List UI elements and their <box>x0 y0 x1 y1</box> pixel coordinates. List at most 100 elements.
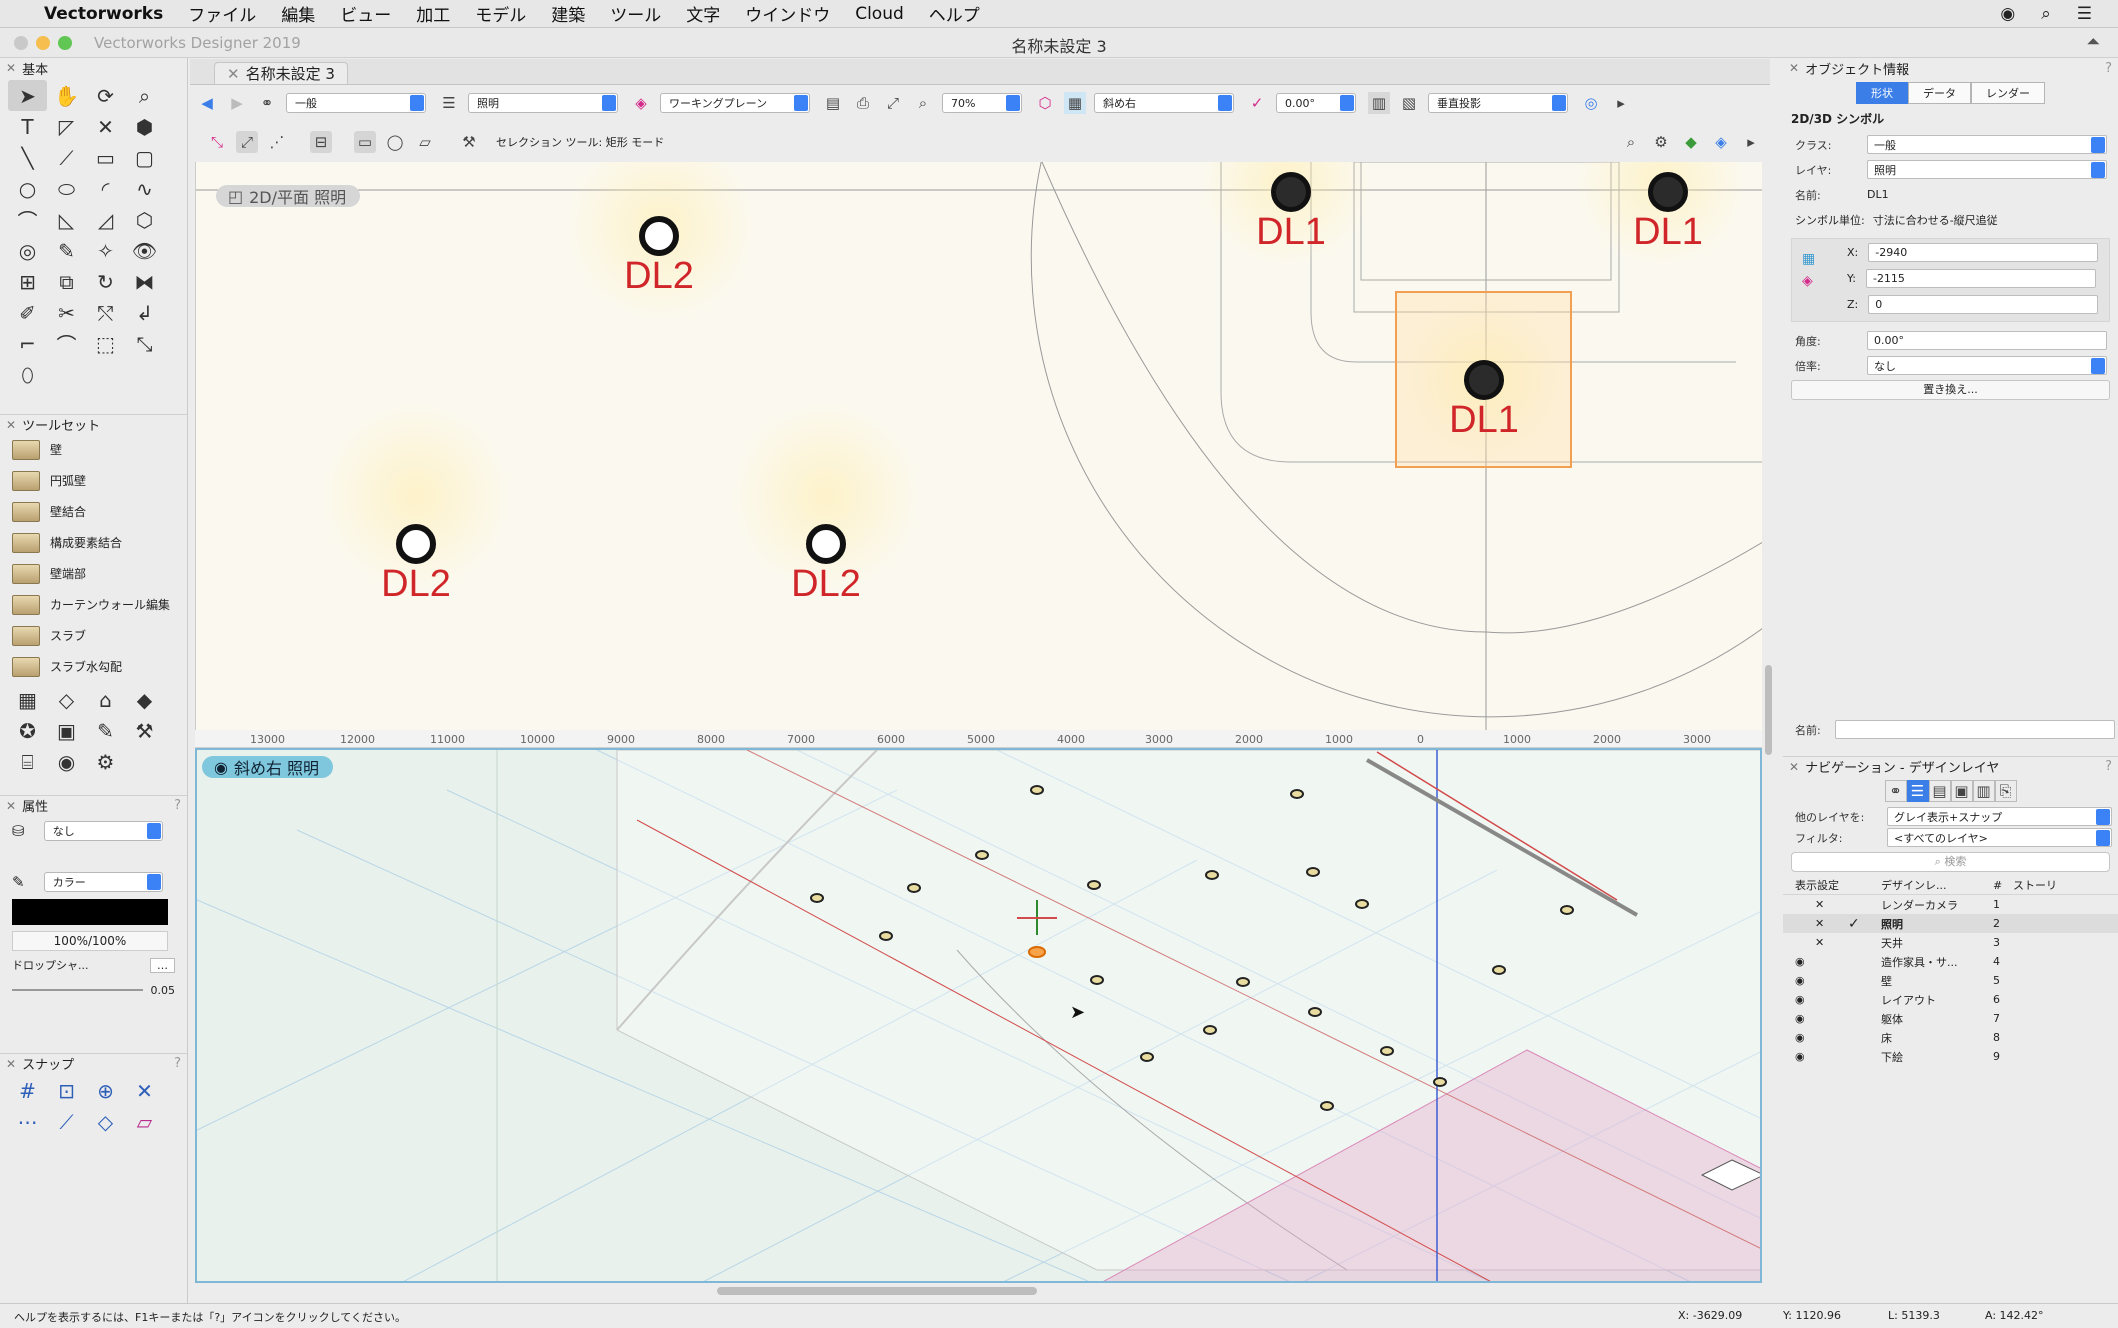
menu-help[interactable]: ヘルプ <box>929 1 980 26</box>
more-icon[interactable]: ▸ <box>1610 92 1632 114</box>
lighting-category-icon[interactable]: ✪ <box>8 715 47 746</box>
zoom-select[interactable]: 70% <box>942 93 1022 113</box>
tab-render[interactable]: レンダー <box>1971 82 2045 104</box>
menu-cloud[interactable]: Cloud <box>855 4 904 24</box>
offset-tool-icon[interactable]: ⧉ <box>47 266 86 297</box>
z-field[interactable]: 0 <box>1868 295 2099 314</box>
toolset-item[interactable]: 構成要素結合 <box>0 527 187 558</box>
notification-icon[interactable]: ⏶ <box>2086 32 2100 52</box>
selection-tool-icon[interactable]: ➤ <box>8 80 47 111</box>
eraser-tool-icon[interactable]: ⬚ <box>86 328 125 359</box>
name2-field[interactable] <box>1835 720 2115 739</box>
stairs-category-icon[interactable]: ⌸ <box>8 746 47 777</box>
settings-category-icon[interactable]: ⚙ <box>86 746 125 777</box>
attribute-mapping-tool-icon[interactable]: ✧ <box>86 235 125 266</box>
light-symbol[interactable]: DL2 <box>771 524 881 604</box>
layer-select[interactable]: 照明 <box>468 93 618 113</box>
close-icon[interactable]: ✕ <box>1789 61 1799 75</box>
more-icon[interactable]: ▸ <box>1740 131 1762 153</box>
cube-icon[interactable]: ⬡ <box>1034 92 1056 114</box>
furniture-category-icon[interactable]: ▣ <box>47 715 86 746</box>
disable-interactive-scaling-icon[interactable]: ⤡ <box>206 131 228 153</box>
flyover-tool-icon[interactable]: ⟳ <box>86 80 125 111</box>
building-shell-category-icon[interactable]: ▦ <box>8 684 47 715</box>
callout-tool-icon[interactable]: ◸ <box>47 111 86 142</box>
light-symbol[interactable]: DL2 <box>361 524 471 604</box>
trim-tool-icon[interactable]: ✂ <box>47 297 86 328</box>
pen-color-swatch[interactable] <box>12 899 168 925</box>
snap-intersection-icon[interactable]: ✕ <box>125 1075 164 1106</box>
rectangle-marquee-icon[interactable]: ▭ <box>354 131 376 153</box>
plan-view-tag[interactable]: ◰ 2D/平面 照明 <box>216 185 361 207</box>
help-icon[interactable]: ? <box>2105 61 2112 76</box>
toolset-item[interactable]: カーテンウォール編集 <box>0 589 187 620</box>
help-icon[interactable]: ? <box>2105 759 2112 774</box>
nav-viewports-icon[interactable]: ▣ <box>1950 780 1973 802</box>
oval-tool-icon[interactable]: ⬭ <box>47 173 86 204</box>
cloud-tool-icon[interactable]: ⬯ <box>8 359 47 390</box>
site-category-icon[interactable]: ⚒ <box>125 715 164 746</box>
rotate-tool-icon[interactable]: ↻ <box>86 266 125 297</box>
arc-tool-icon[interactable]: ◜ <box>86 173 125 204</box>
layer-row[interactable]: ◉ 壁 5 <box>1783 971 2118 990</box>
layer-row[interactable]: ◉ 造作家具・サ... 4 <box>1783 952 2118 971</box>
iso-view-tag[interactable]: ◉ 斜め右 照明 <box>202 756 334 778</box>
snap-loupe-icon[interactable]: ⌕ <box>1620 131 1642 153</box>
col-visibility[interactable]: 表示設定 <box>1783 877 1873 893</box>
fit-to-objects-icon[interactable]: ⤢ <box>882 92 904 114</box>
visibility-toggle[interactable]: ✕ <box>1783 936 1848 949</box>
nav-classes-icon[interactable]: ⚭ <box>1884 780 1907 802</box>
light-symbol[interactable]: DL1 <box>1429 360 1539 440</box>
polygon-tool-icon[interactable]: ◺ <box>47 204 86 235</box>
rectangle-tool-icon[interactable]: ▭ <box>86 142 125 173</box>
freehand-tool-icon[interactable]: ∿ <box>125 173 164 204</box>
layer-stack-icon[interactable]: ☰ <box>438 92 460 114</box>
class-select[interactable]: 一般 <box>1867 135 2107 154</box>
spiral-tool-icon[interactable]: ◎ <box>8 235 47 266</box>
connect-tool-icon[interactable]: ⌒ <box>47 328 86 359</box>
visibility-eye-icon[interactable]: ◉ <box>1783 1050 1848 1063</box>
class-select[interactable]: 一般 <box>286 93 426 113</box>
nav-saved-views-icon[interactable]: ▥ <box>1972 780 1995 802</box>
visibility-eye-icon[interactable]: ◉ <box>1783 993 1848 1006</box>
page-icon[interactable]: ▤ <box>822 92 844 114</box>
close-icon[interactable]: ✕ <box>6 61 16 75</box>
light-symbol[interactable]: DL1 <box>1236 172 1346 252</box>
snap-distance-icon[interactable]: ⋯ <box>8 1106 47 1137</box>
snap-angle-icon[interactable]: ⊕ <box>86 1075 125 1106</box>
back-icon[interactable]: ◀ <box>196 92 218 114</box>
toolset-item[interactable]: 壁結合 <box>0 496 187 527</box>
rounded-rect-tool-icon[interactable]: ▢ <box>125 142 164 173</box>
col-design-layer[interactable]: デザインレ... <box>1873 877 1993 893</box>
menu-text[interactable]: 文字 <box>686 1 720 26</box>
close-icon[interactable]: ✕ <box>6 1057 16 1071</box>
circle-tool-icon[interactable]: ○ <box>8 173 47 204</box>
zoom-tool-icon[interactable]: ⌕ <box>125 80 164 111</box>
rotate-plan-icon[interactable]: ✓ <box>1246 92 1268 114</box>
visualization-category-icon[interactable]: ◉ <box>47 746 86 777</box>
tab-data[interactable]: データ <box>1908 82 1971 104</box>
unit-value[interactable]: 寸法に合わせる-縦尺追従 <box>1873 212 1998 228</box>
render-icon[interactable]: ◎ <box>1580 92 1602 114</box>
menu-file[interactable]: ファイル <box>188 1 256 26</box>
snap-point-icon[interactable]: ◇ <box>86 1106 125 1137</box>
forward-icon[interactable]: ▶ <box>226 92 248 114</box>
snap-plane-icon[interactable]: ▱ <box>125 1106 164 1137</box>
fill-style-select[interactable]: なし <box>43 821 163 841</box>
y-field[interactable]: -2115 <box>1865 269 2096 288</box>
working-plane-icon[interactable]: ◈ <box>630 92 652 114</box>
line-tool-icon[interactable]: ╲ <box>8 142 47 173</box>
visibility-tool-icon[interactable]: 👁 <box>125 235 164 266</box>
nav-design-layers-icon[interactable]: ☰ <box>1906 780 1929 802</box>
project-sharing-icon[interactable]: ◆ <box>1680 131 1702 153</box>
publish-icon[interactable]: ◈ <box>1710 131 1732 153</box>
menu-model[interactable]: モデル <box>475 1 526 26</box>
scale-select[interactable]: なし <box>1867 356 2107 375</box>
layer-row[interactable]: ◉ レイアウト 6 <box>1783 990 2118 1009</box>
unrestricted-scaling-icon[interactable]: ⋰ <box>266 131 288 153</box>
document-tab[interactable]: ✕ 名称未設定 3 <box>214 62 348 84</box>
text-tool-icon[interactable]: T <box>8 111 47 142</box>
move-tool-icon[interactable]: ⊞ <box>8 266 47 297</box>
print-area-icon[interactable]: ⎙ <box>852 92 874 114</box>
close-icon[interactable]: ✕ <box>6 799 16 813</box>
